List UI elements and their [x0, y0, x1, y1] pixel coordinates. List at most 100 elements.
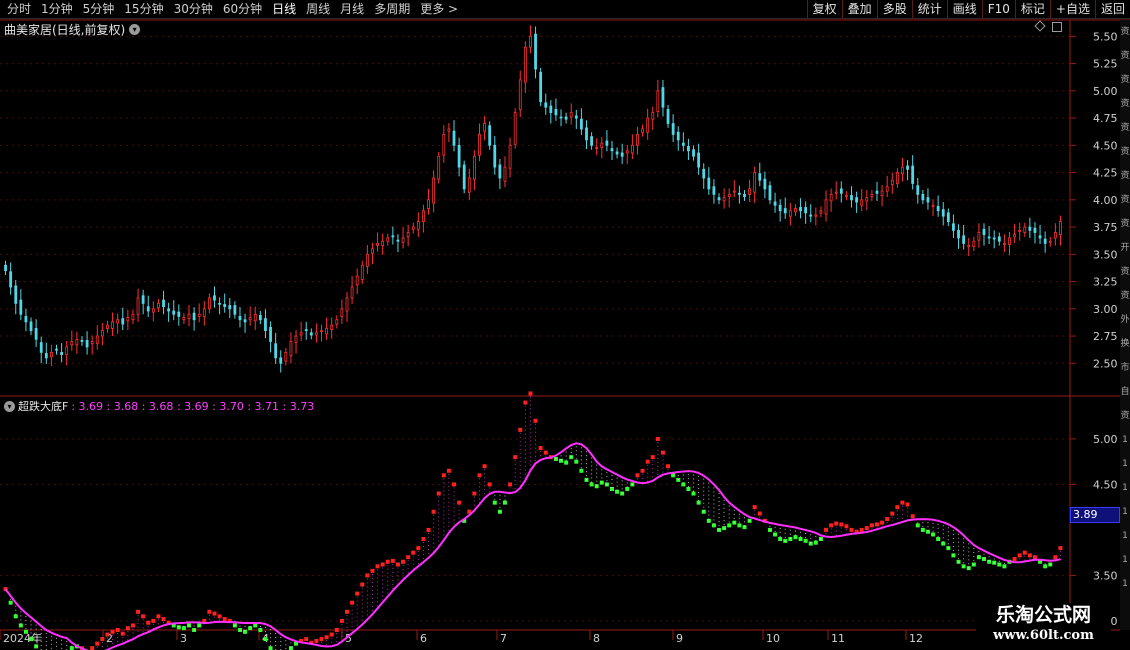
- indicator-block: [176, 625, 181, 630]
- indicator-fill-dot: [448, 525, 450, 527]
- indicator-fill-dot: [901, 505, 903, 507]
- candle-body: [778, 204, 782, 212]
- indicator-fill-dot: [845, 529, 847, 531]
- indicator-fill-dot: [958, 561, 960, 563]
- indicator-fill-dot: [40, 633, 42, 635]
- side-tab-label[interactable]: 开: [1120, 236, 1130, 260]
- indicator-fill-dot: [733, 513, 735, 515]
- indicator-fill-dot: [1059, 551, 1061, 553]
- side-tab-label[interactable]: 资: [1120, 20, 1130, 44]
- indicator-block: [110, 629, 115, 634]
- side-tab-label[interactable]: 资: [1120, 212, 1130, 236]
- candle-body: [182, 317, 186, 321]
- indicator-block: [90, 646, 95, 650]
- candle-body: [834, 191, 838, 194]
- candle-body: [753, 172, 757, 193]
- indicator-fill-dot: [484, 473, 486, 475]
- right-side-panel-strip[interactable]: 资资资资资资资资资开资资外换市自资1111111: [1120, 20, 1130, 630]
- side-tab-label[interactable]: 资: [1120, 44, 1130, 68]
- indicator-fill-dot: [973, 555, 975, 557]
- indicator-fill-dot: [361, 607, 363, 609]
- indicator-fill-dot: [784, 532, 786, 534]
- indicator-fill-dot: [275, 637, 277, 638]
- side-tab-label[interactable]: 自: [1120, 380, 1130, 404]
- indicator-fill-dot: [239, 625, 241, 627]
- candle-body: [315, 332, 318, 336]
- side-tab-label[interactable]: 1: [1120, 548, 1130, 572]
- indicator-fill-dot: [784, 528, 786, 530]
- side-tab-label[interactable]: 资: [1120, 92, 1130, 116]
- indicator-fill-dot: [443, 506, 445, 508]
- candle-body: [661, 87, 665, 108]
- indicator-fill-dot: [443, 494, 445, 496]
- indicator-fill-dot: [830, 528, 832, 530]
- indicator-fill-dot: [280, 645, 282, 647]
- side-tab-label[interactable]: 1: [1120, 572, 1130, 596]
- indicator-fill-dot: [321, 642, 323, 644]
- indicator-fill-dot: [275, 633, 277, 634]
- indicator-fill-dot: [371, 589, 373, 591]
- side-tab-label[interactable]: 市: [1120, 356, 1130, 380]
- candle-body: [1059, 221, 1062, 236]
- indicator-fill-dot: [407, 572, 409, 574]
- indicator-block: [645, 459, 650, 464]
- indicator-fill-dot: [529, 440, 531, 442]
- indicator-block: [824, 527, 829, 532]
- indicator-fill-dot: [361, 595, 363, 597]
- side-tab-label[interactable]: 资: [1120, 68, 1130, 92]
- indicator-fill-dot: [448, 501, 450, 503]
- indicator-fill-dot: [529, 396, 531, 398]
- candle-body: [452, 130, 456, 146]
- indicator-fill-dot: [1024, 555, 1026, 557]
- side-tab-label[interactable]: 资: [1120, 116, 1130, 140]
- candle-body: [992, 237, 996, 240]
- indicator-fill-dot: [428, 548, 430, 550]
- indicator-fill-dot: [575, 446, 577, 448]
- side-tab-label[interactable]: 1: [1120, 428, 1130, 452]
- indicator-fill-dot: [443, 510, 445, 512]
- candle-body: [615, 151, 619, 155]
- candle-body: [457, 144, 461, 168]
- indicator-block: [982, 557, 987, 562]
- side-tab-label[interactable]: 资: [1120, 260, 1130, 284]
- side-tab-label[interactable]: 资: [1120, 404, 1130, 428]
- side-tab-label[interactable]: 1: [1120, 476, 1130, 500]
- candle-body: [167, 308, 171, 312]
- indicator-fill-dot: [657, 453, 659, 455]
- indicator-fill-dot: [519, 436, 521, 438]
- indicator-block: [523, 400, 528, 405]
- candle-body: [253, 313, 257, 322]
- candle-body: [381, 240, 385, 247]
- side-tab-label[interactable]: 换: [1120, 332, 1130, 356]
- side-tab-label[interactable]: 资: [1120, 164, 1130, 188]
- candle-body: [737, 192, 741, 195]
- indicator-fill-dot: [366, 586, 368, 588]
- indicator-fill-dot: [142, 627, 144, 629]
- side-tab-label[interactable]: 1: [1120, 500, 1130, 524]
- candle-body: [630, 144, 634, 154]
- side-tab-label[interactable]: 资: [1120, 140, 1130, 164]
- indicator-fill-dot: [392, 579, 394, 581]
- indicator-fill-dot: [270, 629, 272, 631]
- candle-body: [238, 316, 242, 321]
- indicator-fill-dot: [952, 542, 954, 544]
- side-tab-label[interactable]: 外: [1120, 308, 1130, 332]
- indicator-fill-dot: [387, 592, 389, 594]
- side-tab-label[interactable]: 资: [1120, 188, 1130, 212]
- candle-body: [845, 195, 848, 197]
- indicator-fill-dot: [453, 491, 455, 493]
- side-tab-label[interactable]: 1: [1120, 524, 1130, 548]
- indicator-fill-dot: [901, 513, 903, 515]
- indicator-fill-dot: [713, 511, 715, 513]
- indicator-fill-dot: [356, 608, 358, 610]
- candle-body: [416, 221, 420, 230]
- chart-area[interactable]: 5.50 5.25 5.00 4.75 4.50 4.25 4.00 3.75 3.50 3.25…: [0, 0, 1130, 650]
- indicator-fill-dot: [677, 475, 679, 477]
- side-tab-label[interactable]: 1: [1120, 452, 1130, 476]
- indicator-fill-dot: [208, 614, 210, 616]
- candle-body: [870, 193, 874, 197]
- side-tab-label[interactable]: 资: [1120, 284, 1130, 308]
- indicator-fill-dot: [56, 637, 58, 639]
- indicator-fill-dot: [428, 544, 430, 546]
- candle-body: [885, 186, 889, 192]
